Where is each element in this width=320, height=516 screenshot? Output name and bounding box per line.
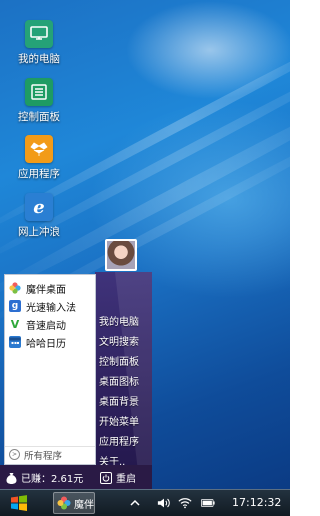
desktop-icon-control-panel[interactable]: 控制面板: [10, 78, 68, 124]
start-menu-left-panel: 魔伴桌面 g 光速输入法 V 音速启动 哈哈日历 > 所有程序: [4, 274, 96, 465]
menu-item-label: 哈哈日历: [26, 338, 66, 350]
menu-item-label: 光速输入法: [26, 302, 76, 314]
start-menu: 我的电脑 文明搜索 控制面板 桌面图标 桌面背景 开始菜单 应用程序 关于.. …: [0, 272, 152, 489]
arrow-right-icon: >: [9, 449, 20, 460]
power-icon: [100, 471, 112, 484]
calendar-icon: [9, 336, 21, 348]
menu-item-launcher[interactable]: V 音速启动: [5, 315, 95, 333]
start-button[interactable]: [8, 493, 30, 513]
desktop-icon-label: 网上冲浪: [18, 226, 60, 238]
right-item-desktop-bg[interactable]: 桌面背景: [99, 393, 139, 408]
tray-expand-icon[interactable]: [128, 496, 142, 510]
desktop-icon-label: 控制面板: [18, 111, 60, 123]
battery-icon[interactable]: [201, 496, 215, 510]
start-menu-footer: 已赚：2.61元 重启: [0, 465, 152, 489]
volume-icon[interactable]: [157, 496, 171, 510]
browser-icon: e: [25, 193, 53, 221]
input-method-icon: g: [9, 300, 21, 312]
desktop-icon-label: 应用程序: [18, 168, 60, 180]
right-item-my-computer[interactable]: 我的电脑: [99, 313, 139, 328]
my-computer-icon: [25, 20, 53, 48]
all-programs-label: 所有程序: [24, 450, 63, 462]
right-item-control-panel[interactable]: 控制面板: [99, 353, 139, 368]
desktop-icon-my-computer[interactable]: 我的电脑: [10, 20, 68, 66]
start-menu-right-panel: 我的电脑 文明搜索 控制面板 桌面图标 桌面背景 开始菜单 应用程序 关于..: [95, 272, 152, 489]
windows-logo-icon: [11, 495, 27, 511]
wifi-icon[interactable]: [178, 496, 192, 510]
avatar[interactable]: [105, 239, 137, 271]
launcher-v-icon: V: [10, 317, 20, 331]
menu-item-input-method[interactable]: g 光速输入法: [5, 297, 95, 315]
right-item-app-programs[interactable]: 应用程序: [99, 433, 139, 448]
all-programs-button[interactable]: > 所有程序: [5, 446, 95, 462]
menu-item-mob-desktop[interactable]: 魔伴桌面: [5, 279, 95, 297]
taskbar-item-label: 魔伴: [74, 499, 94, 511]
restart-button[interactable]: 重启: [100, 470, 136, 485]
earnings-display: 已赚：2.61元: [6, 470, 83, 485]
right-item-desktop-icons[interactable]: 桌面图标: [99, 373, 139, 388]
pinwheel-icon: [57, 496, 71, 510]
clock[interactable]: 17:12:32: [232, 496, 281, 509]
menu-item-label: 魔伴桌面: [26, 284, 66, 296]
control-panel-icon: [25, 78, 53, 106]
money-bag-icon: [6, 472, 17, 484]
taskbar-item-mob[interactable]: 魔伴: [53, 492, 95, 514]
taskbar: 魔伴 17:12:32: [0, 489, 290, 516]
menu-item-calendar[interactable]: 哈哈日历: [5, 333, 95, 351]
restart-label: 重启: [116, 474, 136, 485]
right-item-start-menu[interactable]: 开始菜单: [99, 413, 139, 428]
pinwheel-icon: [9, 282, 21, 294]
app-programs-icon: [25, 135, 53, 163]
desktop-icon-app-programs[interactable]: 应用程序: [10, 135, 68, 181]
earnings-label: 已赚：2.61元: [21, 474, 84, 485]
right-item-search[interactable]: 文明搜索: [99, 333, 139, 348]
desktop-icon-label: 我的电脑: [18, 53, 60, 65]
menu-item-label: 音速启动: [26, 320, 66, 332]
desktop-icon-browser[interactable]: e 网上冲浪: [10, 193, 68, 239]
